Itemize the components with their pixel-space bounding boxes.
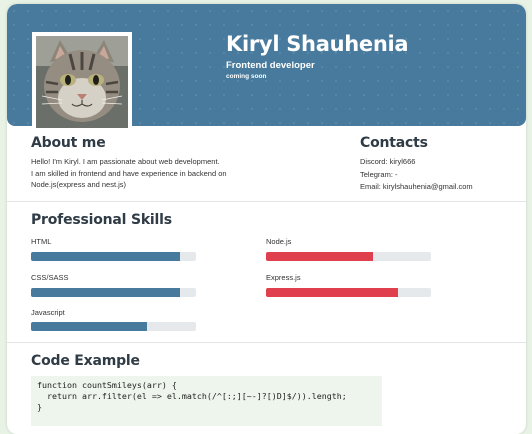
skill-bar-javascript bbox=[31, 322, 196, 331]
skill-label-nodejs: Node.js bbox=[266, 237, 292, 246]
telegram-contact: Telegram: - bbox=[360, 169, 398, 179]
code-line: return arr.filter(el => el.match(/^[:;][… bbox=[37, 391, 347, 401]
divider bbox=[7, 201, 526, 202]
skill-bar-expressjs bbox=[266, 288, 431, 297]
avatar bbox=[32, 32, 132, 132]
code-line: } bbox=[37, 402, 42, 412]
skill-bar-html bbox=[31, 252, 196, 261]
email-contact: Email: kirylshauhenia@gmail.com bbox=[360, 182, 473, 191]
about-line: I am skilled in frontend and have experi… bbox=[31, 168, 227, 178]
code-line: function countSmileys(arr) { bbox=[37, 380, 177, 390]
resume-card: Kiryl Shauhenia Frontend developer comin… bbox=[7, 4, 526, 434]
contacts-heading: Contacts bbox=[360, 135, 428, 151]
skill-label-css: CSS/SASS bbox=[31, 273, 69, 282]
code-heading: Code Example bbox=[31, 353, 140, 369]
skill-bar-fill bbox=[266, 288, 398, 297]
skill-bar-css bbox=[31, 288, 196, 297]
skill-label-html: HTML bbox=[31, 237, 52, 246]
about-line: Node.js(express and nest.js) bbox=[31, 180, 127, 189]
skill-bar-fill bbox=[266, 252, 374, 261]
contacts-list: Discord: kiryl666 Telegram: - Email: kir… bbox=[360, 156, 473, 194]
divider bbox=[7, 342, 526, 343]
skills-heading: Professional Skills bbox=[31, 212, 172, 228]
page-title: Kiryl Shauhenia bbox=[226, 32, 409, 56]
skill-bar-fill bbox=[31, 322, 147, 331]
code-block: function countSmileys(arr) { return arr.… bbox=[31, 376, 382, 426]
skill-label-javascript: Javascript bbox=[31, 308, 65, 317]
status-text: coming soon bbox=[226, 73, 267, 80]
skill-bar-fill bbox=[31, 252, 180, 261]
about-heading: About me bbox=[31, 135, 106, 151]
discord-contact: Discord: kiryl666 bbox=[360, 157, 416, 166]
skill-bar-nodejs bbox=[266, 252, 431, 261]
cat-photo bbox=[36, 36, 128, 128]
job-title: Frontend developer bbox=[226, 60, 315, 71]
skill-label-expressjs: Express.js bbox=[266, 273, 301, 282]
skill-bar-fill bbox=[31, 288, 180, 297]
about-text: Hello! I'm Kiryl. I am passionate about … bbox=[31, 156, 227, 191]
about-line: Hello! I'm Kiryl. I am passionate about … bbox=[31, 157, 220, 166]
